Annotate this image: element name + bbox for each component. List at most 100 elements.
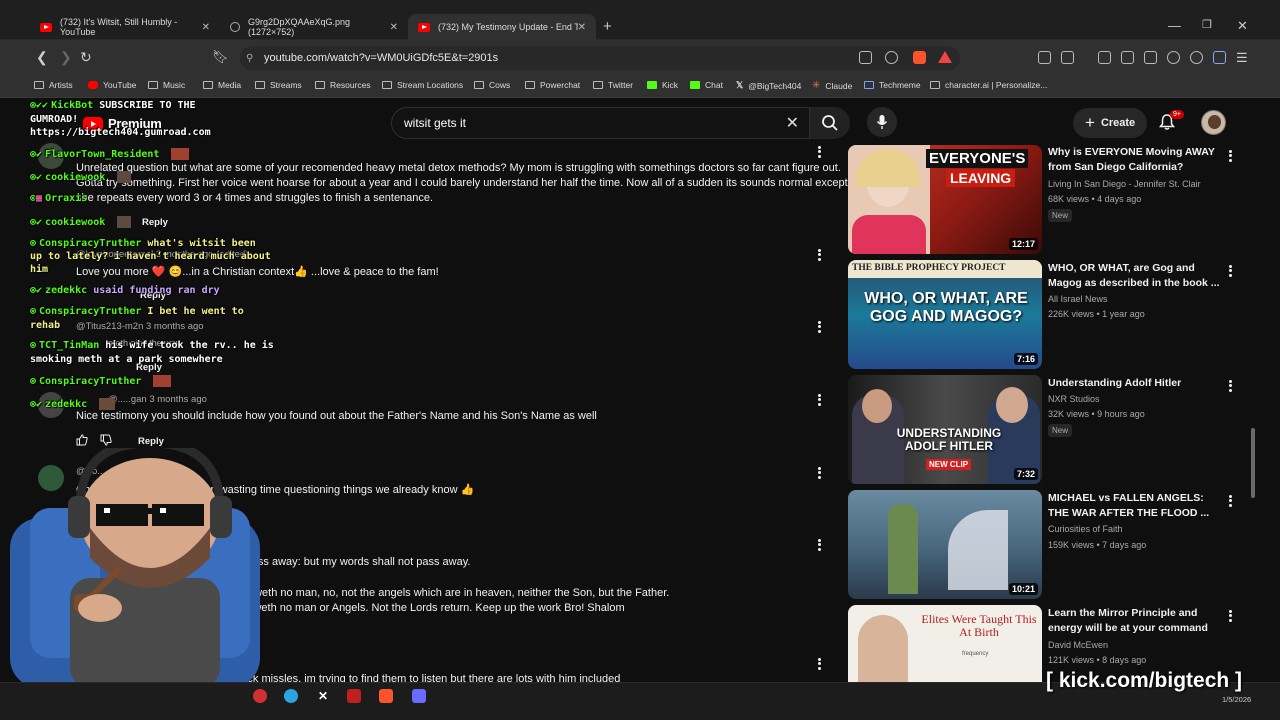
bookmark-media[interactable]: Media <box>203 80 241 90</box>
bookmark-chat[interactable]: Chat <box>690 80 723 90</box>
video-menu-icon[interactable] <box>1229 608 1233 623</box>
video-channel[interactable]: Living In San Diego - Jennifer St. Clair <box>1048 179 1201 189</box>
youtube-icon <box>88 81 98 89</box>
video-title[interactable]: Why is EVERYONE Moving AWAY from San Die… <box>1048 145 1220 175</box>
bookmark-resources[interactable]: Resources <box>315 80 371 90</box>
reload-icon[interactable]: ↻ <box>80 49 92 66</box>
close-tab-icon[interactable]: ✕ <box>202 22 210 33</box>
bookmark-powerchat[interactable]: Powerchat <box>525 80 580 90</box>
bookmark-techmeme[interactable]: Techmeme <box>864 80 921 90</box>
video-thumbnail[interactable]: Elites Were Taught This At Birth frequen… <box>848 605 1042 682</box>
comment-menu-icon[interactable] <box>818 656 822 671</box>
video-duration: 12:17 <box>1008 238 1038 250</box>
rewards-icon[interactable] <box>938 51 952 63</box>
clear-search-icon[interactable]: ✕ <box>786 113 799 133</box>
vpn-icon[interactable] <box>1190 51 1203 64</box>
bookmark-bigtech404[interactable]: 𝕏 @BigTech404 <box>736 80 801 91</box>
video-thumbnail[interactable]: 10:21 <box>848 490 1042 599</box>
bookmark-kick[interactable]: Kick <box>647 80 678 90</box>
video-channel[interactable]: All Israel News <box>1048 294 1108 304</box>
x-icon[interactable]: ✕ <box>316 689 330 703</box>
video-channel[interactable]: Curiosities of Faith <box>1048 524 1123 534</box>
url-field[interactable]: ⚲ youtube.com/watch?v=WM0UiGDfc5E&t=2901… <box>240 46 960 70</box>
forward-icon[interactable]: ❯ <box>60 49 72 66</box>
bookmark-icon[interactable]: 🔖︎ <box>212 49 229 65</box>
folder-icon <box>382 81 392 89</box>
video-menu-icon[interactable] <box>1229 263 1233 278</box>
video-title[interactable]: WHO, OR WHAT, are Gog and Magog as descr… <box>1048 261 1220 291</box>
bookmark-cows[interactable]: Cows <box>474 80 510 90</box>
close-tab-icon[interactable]: ✕ <box>390 22 398 33</box>
bookmark-music[interactable]: Music <box>148 80 185 90</box>
image-icon <box>230 22 240 32</box>
voice-search-button[interactable] <box>867 107 897 137</box>
comment-text: Unrelated question but what are some of … <box>76 162 841 174</box>
chat-text: his wife took the rv.. he is <box>105 340 274 351</box>
voice-app-icon[interactable] <box>347 689 361 703</box>
bookmark-stream-locations[interactable]: Stream Locations <box>382 80 463 90</box>
back-icon[interactable]: ❮ <box>36 49 48 66</box>
video-title[interactable]: Understanding Adolf Hitler <box>1048 376 1220 391</box>
wallet-icon[interactable] <box>1144 51 1157 64</box>
comment-text: Gotta try something. First her voice wen… <box>76 177 848 189</box>
comment-menu-icon[interactable] <box>818 537 822 552</box>
cast-icon[interactable] <box>859 51 872 64</box>
video-thumbnail[interactable]: THE BIBLE PROPHECY PROJECT WHO, OR WHAT,… <box>848 260 1042 369</box>
tab-image[interactable]: G9rg2DpXQAAeXqG.png (1272×752) ✕ <box>220 14 408 40</box>
menu-icon[interactable]: ☰ <box>1236 50 1248 66</box>
video-title[interactable]: Learn the Mirror Principle and energy wi… <box>1048 606 1220 636</box>
tab-search-icon[interactable] <box>1061 51 1074 64</box>
bookmark-streams[interactable]: Streams <box>255 80 302 90</box>
bookmark-artists[interactable]: Artists <box>34 80 73 90</box>
profile-icon[interactable] <box>1213 51 1226 64</box>
new-tab-button[interactable]: + <box>603 18 612 35</box>
account-avatar[interactable] <box>1201 110 1226 135</box>
video-menu-icon[interactable] <box>1229 148 1233 163</box>
leo-icon[interactable] <box>1167 51 1180 64</box>
comment-menu-icon[interactable] <box>818 465 822 480</box>
bookmark-characterai[interactable]: character.ai | Personalize... <box>930 80 1047 90</box>
tab-witsit[interactable]: (732) It's Witsit, Still Humbly - YouTub… <box>30 14 220 40</box>
video-thumbnail[interactable]: EVERYONE'S LEAVING 12:17 <box>848 145 1042 254</box>
comment-menu-icon[interactable] <box>818 247 822 262</box>
bookmark-claude[interactable]: ✳ Claude <box>812 80 852 91</box>
media-icon[interactable] <box>1098 51 1111 64</box>
bookmark-twitter[interactable]: Twitter <box>593 80 633 90</box>
comment-menu-icon[interactable] <box>818 144 822 159</box>
video-stats: 226K views • 1 year ago <box>1048 309 1145 319</box>
comment-menu-icon[interactable] <box>818 319 822 334</box>
maximize-icon[interactable]: ❐ <box>1202 18 1212 31</box>
video-channel[interactable]: David McEwen <box>1048 640 1108 650</box>
reply-button[interactable]: Reply <box>138 436 164 447</box>
scrollbar-thumb[interactable] <box>1251 428 1255 498</box>
share-icon[interactable] <box>885 51 898 64</box>
like-icon[interactable] <box>76 434 88 449</box>
sidebar-icon[interactable] <box>1121 51 1134 64</box>
video-channel[interactable]: NXR Studios <box>1048 394 1100 404</box>
telegram-icon[interactable] <box>284 689 298 703</box>
search-button[interactable] <box>810 107 850 139</box>
bookmark-label: Artists <box>49 80 73 90</box>
chat-text: SUBSCRIBE TO THE <box>99 100 196 111</box>
reply-button[interactable]: Reply <box>142 217 168 228</box>
site-info-icon[interactable]: ⚲ <box>246 53 253 64</box>
app-icon[interactable] <box>253 689 267 703</box>
video-menu-icon[interactable] <box>1229 493 1233 508</box>
video-menu-icon[interactable] <box>1229 378 1233 393</box>
browser-icon[interactable] <box>412 689 426 703</box>
extensions-icon[interactable] <box>1038 51 1051 64</box>
video-thumbnail[interactable]: UNDERSTANDING ADOLF HITLER NEW CLIP 7:32 <box>848 375 1042 484</box>
create-button[interactable]: + Create <box>1073 108 1148 138</box>
search-input[interactable]: witsit gets it ✕ <box>391 107 810 139</box>
brave-shield-icon[interactable] <box>913 51 926 64</box>
video-title[interactable]: MICHAEL vs FALLEN ANGELS: THE WAR AFTER … <box>1048 491 1220 521</box>
dislike-icon[interactable] <box>100 434 112 449</box>
brave-icon[interactable] <box>379 689 393 703</box>
bookmark-youtube[interactable]: YouTube <box>88 80 136 90</box>
badge-icon: ⊗ <box>30 306 37 317</box>
comment-menu-icon[interactable] <box>818 392 822 407</box>
minimize-icon[interactable]: — <box>1168 18 1181 33</box>
close-window-icon[interactable]: ✕ <box>1237 18 1248 34</box>
close-tab-icon[interactable]: ✕ <box>578 22 586 33</box>
tab-testimony[interactable]: (732) My Testimony Update - End Time ✕ <box>408 14 596 40</box>
